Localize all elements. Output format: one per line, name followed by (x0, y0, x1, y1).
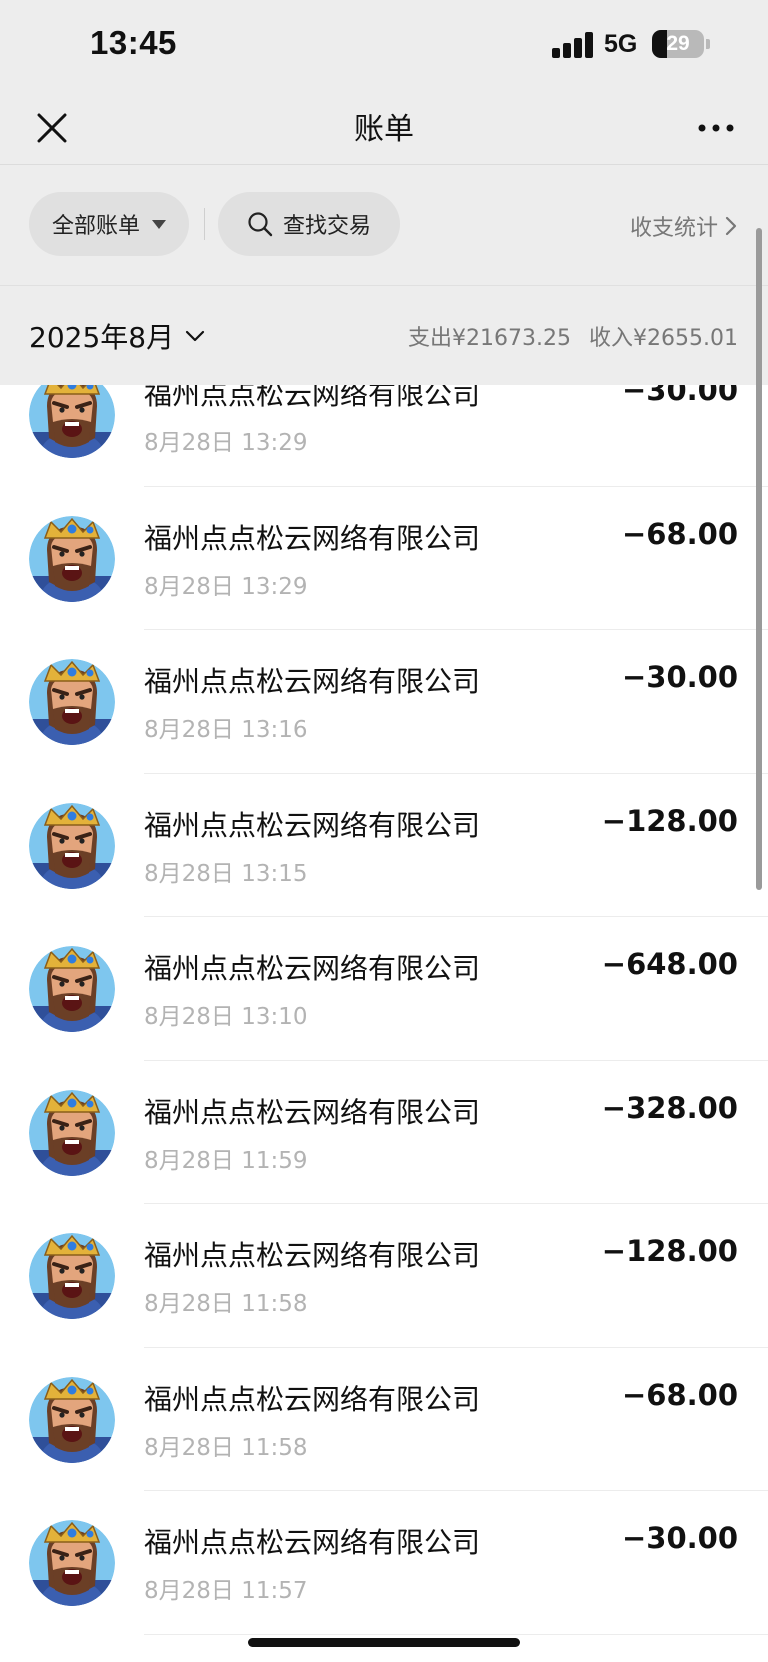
chevron-right-icon (725, 216, 737, 236)
merchant-avatar (29, 1089, 115, 1176)
transaction-row[interactable]: 福州点点松云网络有限公司 8月28日 11:58 −68.00 (0, 1348, 768, 1491)
income-total: 收入¥2655.01 (589, 326, 738, 351)
search-icon (248, 212, 273, 237)
all-bills-filter[interactable]: 全部账单 (29, 192, 189, 256)
more-icon (698, 124, 734, 132)
transaction-row[interactable]: 福州点点松云网络有限公司 8月28日 13:10 −648.00 (0, 917, 768, 1061)
merchant-name: 福州点点松云网络有限公司 (144, 1095, 481, 1129)
nav-bar: 账单 (0, 92, 768, 164)
stats-link[interactable]: 收支统计 (630, 210, 738, 242)
transaction-time: 8月28日 13:10 (144, 1004, 308, 1030)
merchant-avatar (29, 515, 115, 602)
transaction-amount: −128.00 (601, 1234, 738, 1268)
transaction-amount: −328.00 (601, 1090, 738, 1125)
home-indicator (248, 1638, 520, 1647)
merchant-name: 福州点点松云网络有限公司 (144, 1239, 481, 1272)
transaction-amount: −68.00 (621, 516, 738, 551)
more-button[interactable] (694, 106, 738, 150)
merchant-avatar (29, 946, 115, 1032)
filter-row: 全部账单 查找交易 收支统计 (0, 192, 768, 256)
transaction-amount: −30.00 (621, 660, 738, 694)
divider (0, 164, 768, 165)
merchant-avatar (29, 1376, 115, 1463)
battery-tip (706, 39, 710, 49)
merchant-avatar (29, 659, 115, 745)
merchant-avatar (29, 385, 115, 458)
battery-icon: 29 (652, 30, 704, 58)
status-time: 13:45 (90, 24, 177, 61)
transaction-row[interactable]: 福州点点松云网络有限公司 8月28日 13:29 −68.00 (0, 487, 768, 630)
merchant-name: 福州点点松云网络有限公司 (144, 665, 481, 698)
transaction-time: 8月28日 11:58 (144, 1434, 308, 1461)
transaction-time: 8月28日 11:57 (144, 1578, 308, 1604)
transaction-amount: −648.00 (601, 947, 738, 981)
transaction-row[interactable]: 福州点点松云网络有限公司 8月28日 11:58 −128.00 (0, 1204, 768, 1348)
merchant-name: 福州点点松云网络有限公司 (144, 808, 481, 842)
transaction-amount: −30.00 (621, 385, 738, 407)
merchant-avatar (29, 1520, 115, 1606)
month-summary: 支出¥21673.25 收入¥2655.01 (408, 320, 738, 352)
transaction-time: 8月28日 11:58 (144, 1291, 308, 1317)
transaction-time: 8月28日 13:29 (144, 573, 308, 600)
transaction-row[interactable]: 福州点点松云网络有限公司 8月28日 11:59 −328.00 (0, 1061, 768, 1204)
merchant-name: 福州点点松云网络有限公司 (144, 952, 481, 985)
chevron-down-icon (185, 330, 205, 342)
page-title: 账单 (354, 112, 414, 147)
transaction-amount: −128.00 (601, 803, 738, 838)
transaction-row[interactable]: 福州点点松云网络有限公司 8月28日 13:16 −30.00 (0, 630, 768, 774)
scrollbar[interactable] (756, 228, 762, 890)
transaction-time: 8月28日 13:29 (144, 430, 308, 456)
transaction-time: 8月28日 13:15 (144, 860, 308, 887)
transaction-list: 福州点点松云网络有限公司 8月28日 13:29 −30.00 福州点点松云网络有限… (0, 385, 768, 1662)
header-area: 13:45 5G 29 账单 全部账单 查找交易 收支统计 2025年8月 支出… (0, 0, 768, 385)
expense-total: 支出¥21673.25 (408, 326, 572, 351)
status-bar: 13:45 5G 29 (0, 0, 768, 92)
merchant-avatar (29, 1233, 115, 1319)
transaction-row[interactable]: 福州点点松云网络有限公司 8月28日 13:15 −128.00 (0, 774, 768, 917)
transaction-time: 8月28日 13:16 (144, 717, 308, 743)
search-transactions-button[interactable]: 查找交易 (218, 192, 400, 256)
signal-icon (552, 32, 594, 58)
transaction-amount: −68.00 (621, 1377, 738, 1412)
month-row: 2025年8月 支出¥21673.25 收入¥2655.01 (0, 286, 768, 385)
merchant-name: 福州点点松云网络有限公司 (144, 385, 481, 411)
transaction-row[interactable]: 福州点点松云网络有限公司 8月28日 13:29 −30.00 (0, 385, 768, 487)
stats-label: 收支统计 (629, 216, 718, 241)
month-selector[interactable]: 2025年8月 (29, 316, 206, 356)
transaction-row[interactable]: 福州点点松云网络有限公司 8月28日 11:57 −30.00 (0, 1491, 768, 1635)
merchant-avatar (29, 802, 115, 889)
battery-level: 29 (666, 32, 690, 55)
search-label: 查找交易 (282, 214, 371, 239)
merchant-name: 福州点点松云网络有限公司 (144, 521, 481, 555)
transaction-list-inner: 福州点点松云网络有限公司 8月28日 13:29 −30.00 福州点点松云网络有限… (0, 385, 768, 1635)
dropdown-triangle-icon (152, 219, 166, 229)
month-label: 2025年8月 (29, 321, 175, 354)
transaction-amount: −30.00 (621, 1521, 738, 1555)
row-divider (144, 1633, 768, 1635)
all-bills-label: 全部账单 (51, 214, 140, 239)
merchant-name: 福州点点松云网络有限公司 (144, 1526, 481, 1559)
separator (204, 208, 205, 240)
transaction-time: 8月28日 11:59 (144, 1147, 308, 1174)
network-label: 5G (604, 30, 638, 58)
merchant-name: 福州点点松云网络有限公司 (144, 1382, 481, 1416)
